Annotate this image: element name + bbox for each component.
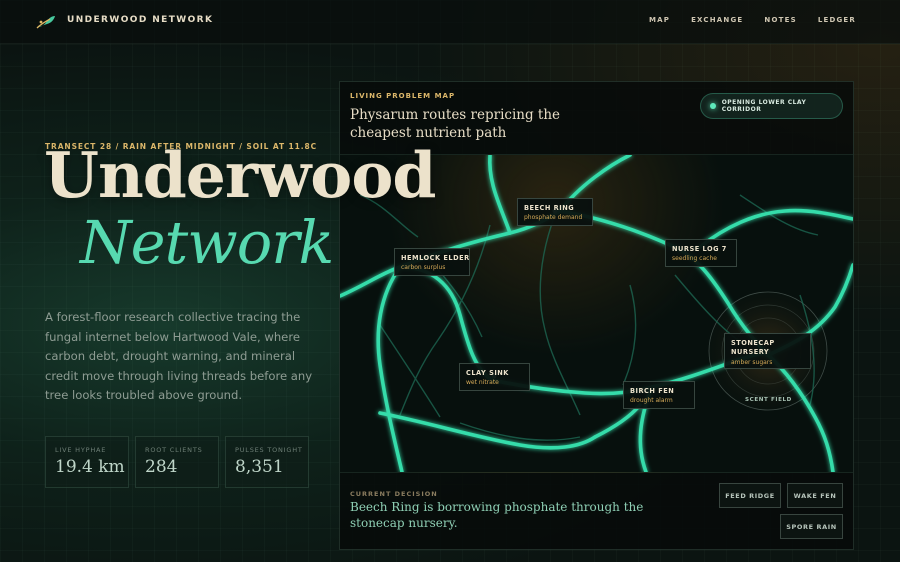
node-name: HEMLOCK ELDER	[401, 254, 470, 262]
node-name: CLAY SINK	[466, 369, 509, 377]
nav-link-exchange[interactable]: EXCHANGE	[691, 16, 743, 24]
corridor-status-text: OPENING LOWER CLAY CORRIDOR	[721, 99, 807, 113]
node-sub: carbon surplus	[401, 264, 446, 271]
nav-link-map[interactable]: MAP	[649, 16, 670, 24]
nav-link-notes[interactable]: NOTES	[764, 16, 796, 24]
map-panel-kicker: LIVING PROBLEM MAP	[350, 92, 456, 100]
stat-live-hyphae: LIVE HYPHAE 19.4 km	[45, 436, 129, 488]
stat-value: 19.4 km	[55, 457, 125, 477]
node-hemlock-elder[interactable]: HEMLOCK ELDER carbon surplus	[394, 248, 470, 276]
brand-name[interactable]: UNDERWOOD NETWORK	[67, 15, 213, 25]
stat-pulses-tonight: PULSES TONIGHT 8,351	[225, 436, 309, 488]
node-sub: drought alarm	[630, 397, 673, 404]
stat-root-clients: ROOT CLIENTS 284	[135, 436, 219, 488]
node-sub: seedling cache	[672, 255, 717, 262]
node-clay-sink[interactable]: CLAY SINK wet nitrate	[459, 363, 530, 391]
scent-field-label: SCENT FIELD	[745, 397, 792, 403]
mycelium-leaf-icon[interactable]	[36, 13, 56, 30]
corridor-status-pill[interactable]: OPENING LOWER CLAY CORRIDOR	[700, 93, 843, 119]
decision-kicker: CURRENT DECISION	[350, 490, 438, 498]
map-panel-title: Physarum routes repricing the cheapest n…	[350, 107, 561, 141]
node-name: STONECAP NURSERY	[731, 339, 775, 356]
stat-value: 8,351	[235, 457, 284, 477]
node-sub: amber sugars	[731, 359, 773, 366]
stat-label: PULSES TONIGHT	[235, 446, 303, 454]
hero-intro: A forest-floor research collective traci…	[45, 310, 313, 403]
page: UNDERWOOD NETWORK MAP EXCHANGE NOTES LED…	[0, 0, 900, 562]
hero-title-line2: Network	[80, 208, 334, 277]
node-stonecap-nursery[interactable]: STONECAP NURSERY amber sugars	[724, 333, 811, 369]
hero-title-line1: Underwood	[44, 138, 436, 212]
node-sub: wet nitrate	[466, 379, 499, 386]
spore-rain-button[interactable]: SPORE RAIN	[780, 514, 843, 539]
stat-label: LIVE HYPHAE	[55, 446, 107, 454]
node-sub: phosphate demand	[524, 214, 583, 221]
status-dot-icon	[710, 103, 716, 109]
stat-label: ROOT CLIENTS	[145, 446, 203, 454]
main-nav: MAP EXCHANGE NOTES LEDGER	[649, 16, 856, 24]
top-bar: UNDERWOOD NETWORK MAP EXCHANGE NOTES LED…	[0, 0, 900, 44]
stat-value: 284	[145, 457, 178, 477]
node-beech-ring[interactable]: BEECH RING phosphate demand	[517, 198, 593, 226]
wake-fen-button[interactable]: WAKE FEN	[787, 483, 843, 508]
decision-text: Beech Ring is borrowing phosphate throug…	[350, 500, 644, 530]
stats-row: LIVE HYPHAE 19.4 km ROOT CLIENTS 284 PUL…	[45, 436, 309, 488]
nav-link-ledger[interactable]: LEDGER	[818, 16, 856, 24]
node-name: BIRCH FEN	[630, 387, 675, 395]
node-nurse-log-7[interactable]: NURSE LOG 7 seedling cache	[665, 239, 737, 267]
node-name: BEECH RING	[524, 204, 575, 212]
node-birch-fen[interactable]: BIRCH FEN drought alarm	[623, 381, 695, 409]
node-name: NURSE LOG 7	[672, 245, 727, 253]
feed-ridge-button[interactable]: FEED RIDGE	[719, 483, 781, 508]
